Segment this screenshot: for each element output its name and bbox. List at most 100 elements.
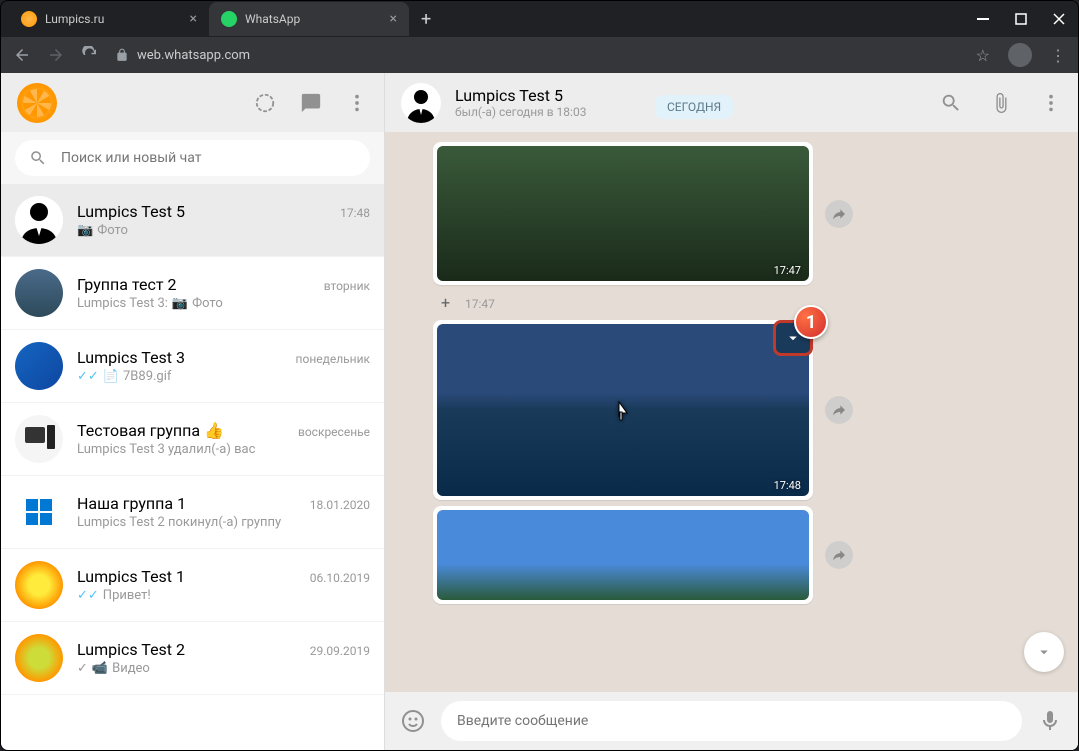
close-icon[interactable]: × xyxy=(190,11,197,27)
message-0[interactable]: 17:47 xyxy=(433,142,813,285)
chat-preview: Lumpics Test 2 покинул(-а) группу xyxy=(77,515,370,530)
chat-avatar xyxy=(15,269,63,317)
maximize-button[interactable] xyxy=(1014,12,1028,26)
browser-menu-icon[interactable]: ⋮ xyxy=(1050,46,1066,65)
chat-time: понедельник xyxy=(296,352,370,366)
compose-bar xyxy=(385,692,1078,750)
forward-button[interactable] xyxy=(47,46,65,64)
close-button[interactable] xyxy=(1052,12,1066,26)
chat-name: Тестовая группа 👍 xyxy=(77,421,224,440)
chat-time: 18.01.2020 xyxy=(310,498,370,512)
message-input[interactable] xyxy=(441,701,1022,741)
chat-item-0[interactable]: Lumpics Test 5 17:48 📷 Фото xyxy=(1,184,384,257)
message-list: СЕГОДНЯ 17:47+ 17:4717:481 xyxy=(385,132,1078,692)
chat-avatar xyxy=(15,196,63,244)
chat-preview: Lumpics Test 3: 📷 Фото xyxy=(77,296,370,311)
chat-name: Lumpics Test 2 xyxy=(77,640,185,659)
message-2[interactable]: 17:48 1 xyxy=(433,320,813,500)
mic-icon[interactable] xyxy=(1038,709,1062,733)
chat-time: 06.10.2019 xyxy=(310,571,370,585)
message-image[interactable] xyxy=(437,510,809,600)
chat-item-4[interactable]: Наша группа 1 18.01.2020 Lumpics Test 2 по… xyxy=(1,476,384,549)
browser-address-bar: web.whatsapp.com ☆ ⋮ xyxy=(1,37,1078,73)
lock-icon xyxy=(115,48,129,62)
read-receipt-icon: ✓✓ xyxy=(77,369,99,384)
chat-preview: ✓✓ Привет! xyxy=(77,588,370,603)
mouse-cursor xyxy=(613,400,633,424)
message-time: 17:47 xyxy=(774,264,801,277)
url-text: web.whatsapp.com xyxy=(137,48,250,63)
browser-tabstrip: Lumpics.ru × WhatsApp × + xyxy=(1,1,1078,37)
chat-avatar xyxy=(15,342,63,390)
annotation-callout: 1 xyxy=(794,305,828,339)
contact-avatar[interactable] xyxy=(401,83,441,123)
sidebar-header xyxy=(1,73,384,132)
chat-name: Lumpics Test 3 xyxy=(77,348,185,367)
message-time: 17:48 xyxy=(774,479,801,492)
scroll-down-button[interactable] xyxy=(1024,632,1064,672)
chat-name: Наша группа 1 xyxy=(77,494,186,513)
minimize-button[interactable] xyxy=(976,12,990,26)
chat-item-1[interactable]: Группа тест 2 вторник Lumpics Test 3: 📷 Фо… xyxy=(1,257,384,330)
chat-preview: ✓ 📹 Видео xyxy=(77,661,370,676)
close-icon[interactable]: × xyxy=(390,11,397,27)
emoji-icon[interactable] xyxy=(401,709,425,733)
favicon-lumpics xyxy=(21,11,37,27)
document-icon: 📄 xyxy=(103,369,119,384)
camera-icon: 📷 xyxy=(77,223,93,238)
search-container xyxy=(1,132,384,184)
chat-preview: 📷 Фото xyxy=(77,223,370,238)
sidebar: Lumpics Test 5 17:48 📷 Фото Группа тест 2 вт… xyxy=(1,73,385,750)
message-expand[interactable]: + 17:47 xyxy=(433,291,1018,314)
menu-icon[interactable] xyxy=(346,92,368,114)
camera-icon: 📷 xyxy=(172,296,188,311)
chat-name: Lumpics Test 5 xyxy=(77,202,185,221)
url-display[interactable]: web.whatsapp.com xyxy=(115,48,960,63)
chat-name: Lumpics Test 1 xyxy=(77,567,185,586)
conversation-menu-icon[interactable] xyxy=(1040,92,1062,114)
chat-list: Lumpics Test 5 17:48 📷 Фото Группа тест 2 вт… xyxy=(1,184,384,750)
sent-icon: ✓ xyxy=(77,661,88,676)
browser-tab-whatsapp[interactable]: WhatsApp × xyxy=(209,2,409,36)
bookmark-icon[interactable]: ☆ xyxy=(976,46,990,65)
forward-button[interactable] xyxy=(825,541,853,569)
chat-time: 17:48 xyxy=(340,206,370,220)
search-icon xyxy=(29,149,47,167)
back-button[interactable] xyxy=(13,46,31,64)
chat-avatar xyxy=(15,488,63,536)
read-receipt-icon: ✓✓ xyxy=(77,588,99,603)
chat-avatar xyxy=(15,415,63,463)
status-icon[interactable] xyxy=(254,92,276,114)
video-icon: 📹 xyxy=(92,661,108,676)
chat-name: Группа тест 2 xyxy=(77,275,177,294)
conversation-panel: Lumpics Test 5 был(-а) сегодня в 18:03 С… xyxy=(385,73,1078,750)
search-input[interactable] xyxy=(61,150,356,166)
chat-time: вторник xyxy=(324,279,370,293)
reload-button[interactable] xyxy=(81,46,99,64)
favicon-whatsapp xyxy=(221,11,237,27)
new-tab-button[interactable]: + xyxy=(409,9,443,30)
browser-tab-lumpics[interactable]: Lumpics.ru × xyxy=(9,2,209,36)
chat-item-3[interactable]: Тестовая группа 👍 воскресенье Lumpics Test… xyxy=(1,403,384,476)
tab-title: WhatsApp xyxy=(245,12,382,26)
chat-time: воскресенье xyxy=(298,425,370,439)
chat-time: 29.09.2019 xyxy=(310,644,370,658)
chat-avatar xyxy=(15,634,63,682)
message-3[interactable] xyxy=(433,506,813,604)
new-chat-icon[interactable] xyxy=(300,92,322,114)
attach-icon[interactable] xyxy=(990,92,1012,114)
chat-item-6[interactable]: Lumpics Test 2 29.09.2019 ✓ 📹 Видео xyxy=(1,622,384,695)
chat-preview: Lumpics Test 3 удалил(-а) вас xyxy=(77,442,370,457)
message-menu-button[interactable]: 1 xyxy=(773,320,813,356)
forward-button[interactable] xyxy=(825,200,853,228)
forward-button[interactable] xyxy=(825,396,853,424)
chat-avatar xyxy=(15,561,63,609)
chat-item-5[interactable]: Lumpics Test 1 06.10.2019 ✓✓ Привет! xyxy=(1,549,384,622)
search-in-chat-icon[interactable] xyxy=(940,92,962,114)
chat-preview: ✓✓ 📄 7B89.gif xyxy=(77,369,370,384)
own-avatar[interactable] xyxy=(17,83,57,123)
tab-title: Lumpics.ru xyxy=(45,12,182,26)
profile-avatar[interactable] xyxy=(1008,43,1032,67)
message-image[interactable] xyxy=(437,146,809,281)
chat-item-2[interactable]: Lumpics Test 3 понедельник ✓✓ 📄 7B89.gif xyxy=(1,330,384,403)
